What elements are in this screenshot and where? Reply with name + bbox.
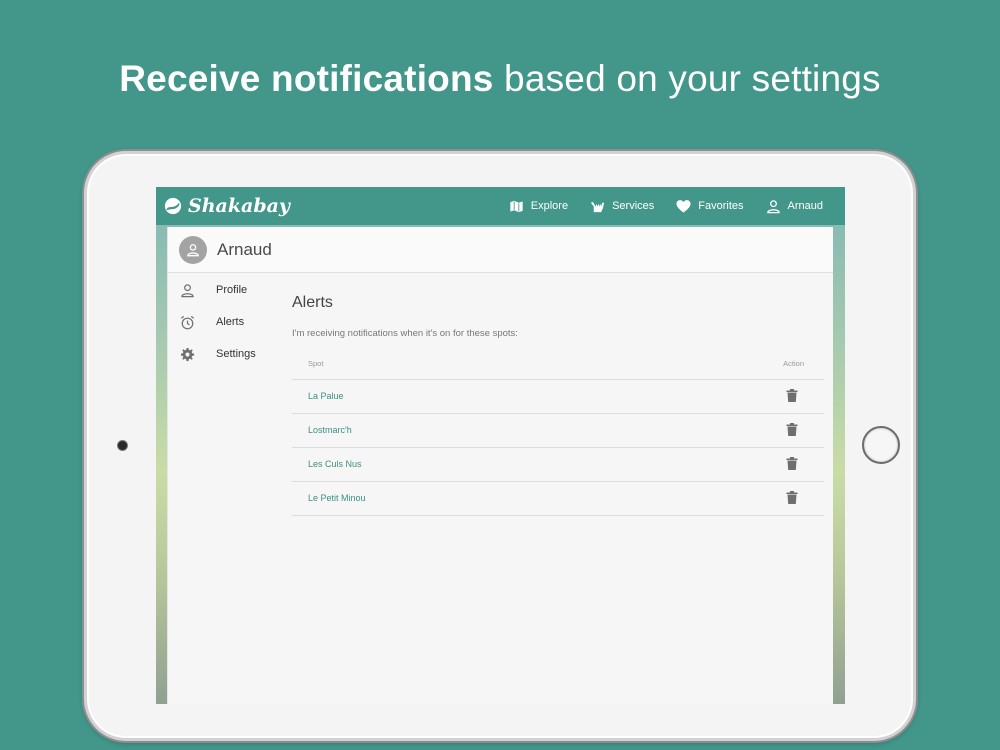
main-nav: Explore Services Favorites Arnaud <box>509 187 845 225</box>
nav-explore-label: Explore <box>530 200 569 212</box>
spot-link[interactable]: La Palue <box>292 379 634 414</box>
trash-icon[interactable] <box>786 490 798 504</box>
user-icon <box>766 199 780 213</box>
shaka-icon <box>591 201 605 212</box>
sidebar-item-profile[interactable]: Profile <box>168 274 283 306</box>
user-header: Arnaud <box>168 227 833 273</box>
sidebar-item-label: Settings <box>216 348 256 360</box>
nav-favorites-label: Favorites <box>698 200 744 212</box>
alerts-title: Alerts <box>292 294 333 311</box>
map-icon <box>509 199 524 213</box>
user-icon <box>181 283 194 297</box>
action-cell <box>634 413 824 448</box>
table-row: La Palue <box>292 379 824 414</box>
gear-icon <box>180 347 195 361</box>
nav-services-label: Services <box>612 200 655 212</box>
camera-icon <box>118 441 127 450</box>
alarm-clock-icon <box>181 315 194 329</box>
spot-link[interactable]: Lostmarc'h <box>292 413 634 448</box>
trash-icon[interactable] <box>786 422 798 436</box>
sidebar-item-alerts[interactable]: Alerts <box>168 306 283 338</box>
trash-icon[interactable] <box>786 388 798 402</box>
shakabay-logo-icon <box>164 197 182 215</box>
sidebar-item-settings[interactable]: Settings <box>168 338 283 370</box>
account-panel: Arnaud Profile Alerts Settings Alerts I'… <box>167 227 833 704</box>
alerts-description: I'm receiving notifications when it's on… <box>292 328 518 339</box>
column-header-action: Action <box>634 348 824 380</box>
app-screen: Shakabay Explore Services Favorites Arna… <box>156 187 845 704</box>
nav-explore[interactable]: Explore <box>509 199 568 214</box>
home-button[interactable] <box>862 426 900 464</box>
avatar-user-icon <box>187 243 199 256</box>
sidebar-item-label: Alerts <box>216 316 245 328</box>
table-row: Lostmarc'h <box>292 413 824 448</box>
nav-favorites[interactable]: Favorites <box>676 199 744 214</box>
table-row: Le Petit Minou <box>292 481 824 516</box>
user-name: Arnaud <box>217 239 272 259</box>
headline-bold: Receive notifications <box>119 58 494 99</box>
action-cell <box>634 481 824 516</box>
alerts-table: Spot Action La Palue Lostmarc'h Les Culs… <box>292 348 824 516</box>
top-navbar: Shakabay Explore Services Favorites Arna… <box>156 187 845 225</box>
action-cell <box>634 447 824 482</box>
spot-link[interactable]: Le Petit Minou <box>292 481 634 516</box>
headline-light: based on your settings <box>493 58 881 99</box>
trash-icon[interactable] <box>786 456 798 470</box>
action-cell <box>634 379 824 414</box>
nav-account[interactable]: Arnaud <box>766 199 823 214</box>
spot-link[interactable]: Les Culs Nus <box>292 447 634 482</box>
table-header-row: Spot Action <box>292 348 824 380</box>
brand-logo[interactable]: Shakabay <box>164 195 290 217</box>
nav-services[interactable]: Services <box>590 199 654 214</box>
column-header-spot: Spot <box>292 348 634 380</box>
nav-account-label: Arnaud <box>787 200 823 212</box>
sidebar: Profile Alerts Settings <box>168 274 283 370</box>
alerts-content: Alerts I'm receiving notifications when … <box>292 274 824 516</box>
sidebar-item-label: Profile <box>216 284 248 296</box>
avatar <box>179 235 207 264</box>
table-row: Les Culs Nus <box>292 447 824 482</box>
headline: Receive notifications based on your sett… <box>0 58 1000 100</box>
brand-name: Shakabay <box>188 195 290 217</box>
heart-icon <box>676 199 691 213</box>
